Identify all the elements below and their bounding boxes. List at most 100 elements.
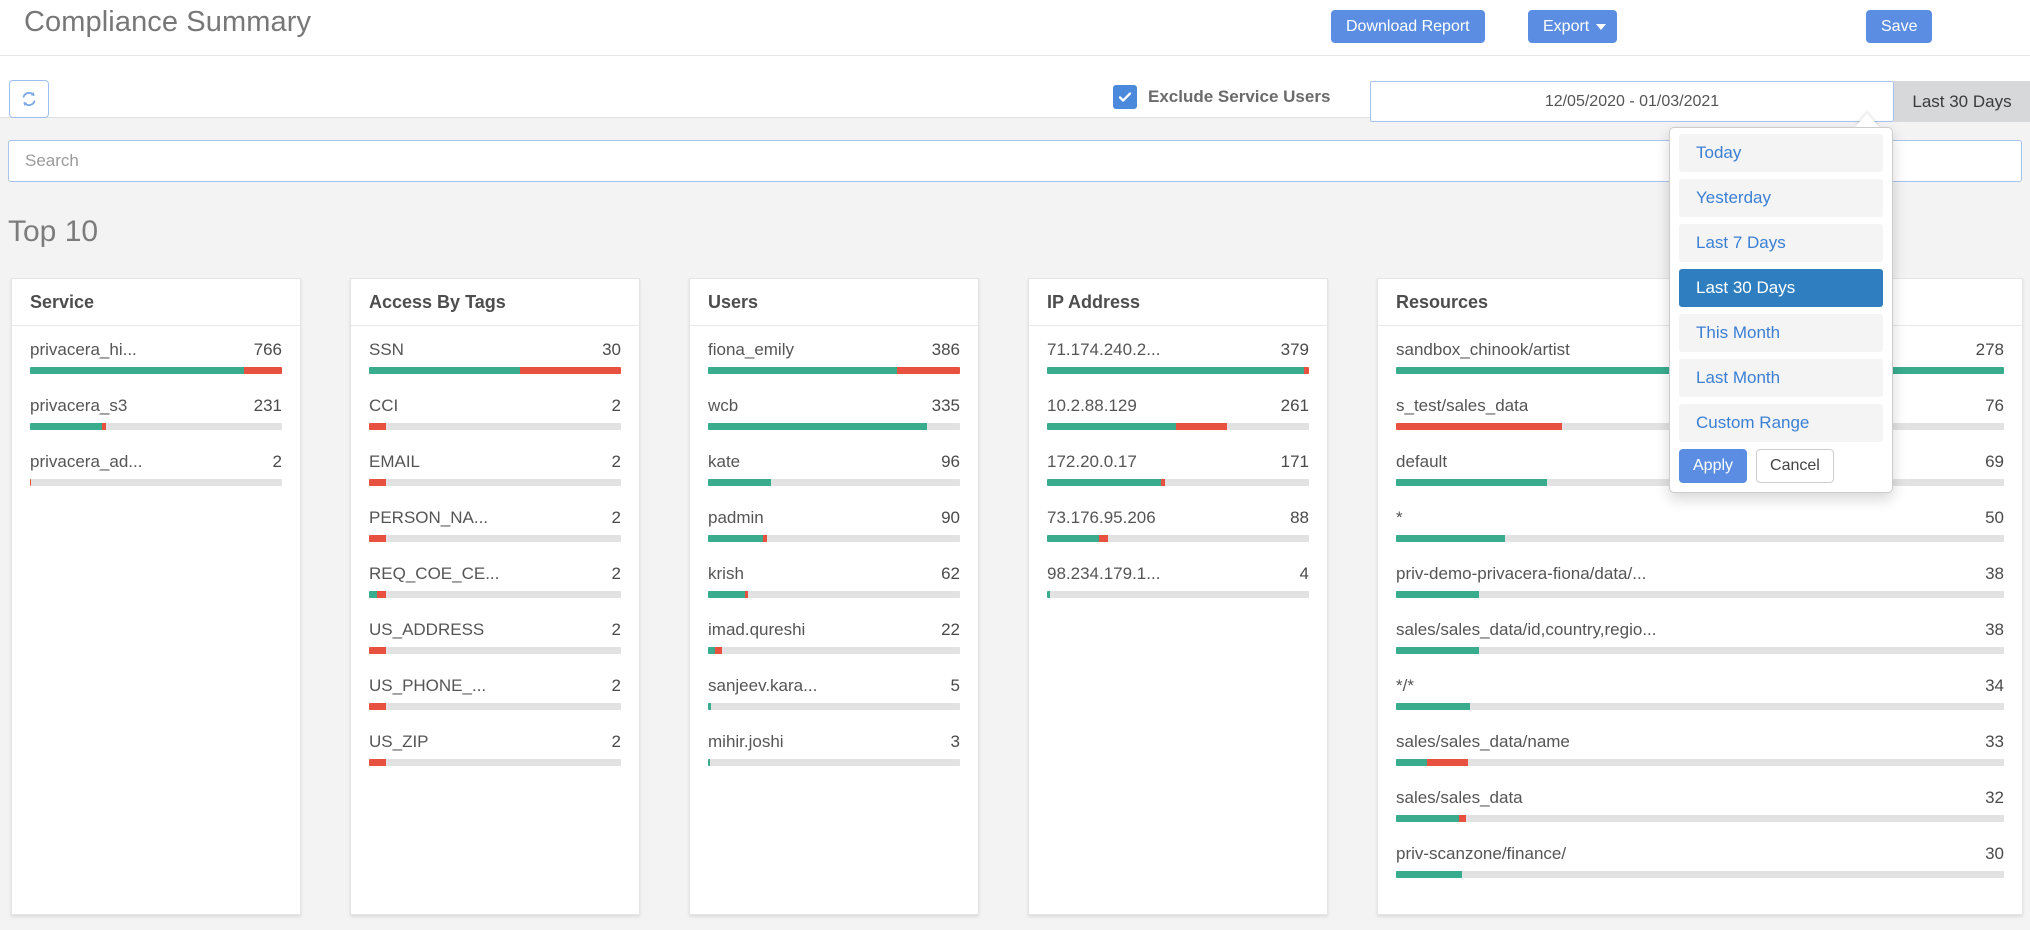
bar-row-header: CCI 2 [369,396,621,416]
bar-row-header: EMAIL 2 [369,452,621,472]
bar-row-label: kate [708,452,741,471]
bar-row-label: * [1396,508,1403,527]
download-report-button[interactable]: Download Report [1331,10,1485,43]
bar-track [708,703,960,710]
dropdown-option-today[interactable]: Today [1679,134,1883,172]
bar-row[interactable]: 73.176.95.206 88 [1047,508,1309,542]
bar-row[interactable]: US_PHONE_... 2 [369,676,621,710]
bar-row[interactable]: sales/sales_data/name 33 [1396,732,2004,766]
bar-track [369,591,621,598]
bar-segment-denied [369,423,386,430]
bar-segment-denied [369,535,386,542]
bar-row[interactable]: privacera_hi... 766 [30,340,282,374]
bar-row-value: 34 [1985,676,2004,695]
bar-segment-denied [102,423,106,430]
bar-row[interactable]: imad.qureshi 22 [708,620,960,654]
bar-row-value: 38 [1985,564,2004,583]
bar-row[interactable]: kate 96 [708,452,960,486]
bar-row-label: padmin [708,508,764,527]
bar-row[interactable]: priv-demo-privacera-fiona/data/... 38 [1396,564,2004,598]
bar-row[interactable]: padmin 90 [708,508,960,542]
bar-row-label: PERSON_NA... [369,508,489,527]
bar-row-value: 5 [950,676,960,695]
bar-row[interactable]: * 50 [1396,508,2004,542]
bar-row[interactable]: 98.234.179.1... 4 [1047,564,1309,598]
bar-row-label: imad.qureshi [708,620,806,639]
date-range-input[interactable] [1370,81,1894,122]
bar-segment-allowed [1396,871,1462,878]
dropdown-option-last-month[interactable]: Last Month [1679,359,1883,397]
dropdown-option-yesterday[interactable]: Yesterday [1679,179,1883,217]
bar-row[interactable]: 172.20.0.17 171 [1047,452,1309,486]
bar-track [708,479,960,486]
bar-segment-allowed [30,367,244,374]
bar-row-header: 73.176.95.206 88 [1047,508,1309,528]
bar-row-header: SSN 30 [369,340,621,360]
bar-segment-denied [714,647,723,654]
bar-row[interactable]: PERSON_NA... 2 [369,508,621,542]
bar-row[interactable]: wcb 335 [708,396,960,430]
bar-row-value: 38 [1985,620,2004,639]
apply-button[interactable]: Apply [1679,449,1748,483]
bar-row-value: 32 [1985,788,2004,807]
bar-track [1396,703,2004,710]
dropdown-option-this-month[interactable]: This Month [1679,314,1883,352]
bar-row-label: mihir.joshi [708,732,784,751]
bar-row[interactable]: 10.2.88.129 261 [1047,396,1309,430]
bar-row-value: 278 [1975,340,2004,359]
bar-row[interactable]: priv-scanzone/finance/30 [1396,844,2004,878]
bar-row-header: sanjeev.kara... 5 [708,676,960,696]
dropdown-option-last-30-days[interactable]: Last 30 Days [1679,269,1883,307]
bar-row-header: 98.234.179.1... 4 [1047,564,1309,584]
bar-track [369,647,621,654]
bar-row[interactable]: privacera_s3 231 [30,396,282,430]
bar-row-label: EMAIL [369,452,421,471]
refresh-button[interactable] [9,80,49,118]
bar-row[interactable]: US_ADDRESS 2 [369,620,621,654]
bar-row[interactable]: US_ZIP 2 [369,732,621,766]
bar-track [1047,479,1309,486]
bar-row-label: 10.2.88.129 [1047,396,1137,415]
bar-row[interactable]: CCI 2 [369,396,621,430]
save-button[interactable]: Save [1866,10,1933,43]
bar-row[interactable]: fiona_emily 386 [708,340,960,374]
bar-track [369,479,621,486]
card-title: Users [690,279,978,326]
bar-row[interactable]: REQ_COE_CE... 2 [369,564,621,598]
bar-row-header: mihir.joshi 3 [708,732,960,752]
check-icon [1118,92,1132,102]
bar-row-value: 231 [253,396,282,415]
bar-track [708,759,960,766]
bar-track [369,367,621,374]
bar-row-header: * 50 [1396,508,2004,528]
bar-row[interactable]: */* 34 [1396,676,2004,710]
bar-row-label: krish [708,564,744,583]
bar-row[interactable]: sanjeev.kara... 5 [708,676,960,710]
bar-row-value: 2 [611,676,621,695]
bar-segment-allowed [1396,703,1471,710]
bar-row-value: 62 [941,564,960,583]
bar-row[interactable]: SSN 30 [369,340,621,374]
date-range-preset-label[interactable]: Last 30 Days [1894,81,2030,122]
bar-row[interactable]: EMAIL 2 [369,452,621,486]
bar-row-label: CCI [369,396,399,415]
bar-row-label: US_ZIP [369,732,429,751]
bar-track [369,703,621,710]
bar-row-header: imad.qureshi 22 [708,620,960,640]
exclude-service-users-checkbox[interactable]: Exclude Service Users [1113,85,1330,109]
cancel-button[interactable]: Cancel [1756,449,1834,483]
bar-row[interactable]: sales/sales_data 32 [1396,788,2004,822]
dropdown-option-custom-range[interactable]: Custom Range [1679,404,1883,442]
bar-row[interactable]: privacera_ad... 2 [30,452,282,486]
bar-row-label: sandbox_chinook/artist [1396,340,1570,359]
bar-row[interactable]: krish 62 [708,564,960,598]
bar-row-header: PERSON_NA... 2 [369,508,621,528]
bar-row[interactable]: mihir.joshi 3 [708,732,960,766]
bar-row[interactable]: 71.174.240.2... 379 [1047,340,1309,374]
export-button[interactable]: Export [1528,10,1618,43]
dropdown-option-last-7-days[interactable]: Last 7 Days [1679,224,1883,262]
bar-row[interactable]: sales/sales_data/id,country,regio... 38 [1396,620,2004,654]
bar-track [1047,535,1309,542]
bar-row-header: priv-demo-privacera-fiona/data/... 38 [1396,564,2004,584]
bar-segment-denied [1304,367,1309,374]
